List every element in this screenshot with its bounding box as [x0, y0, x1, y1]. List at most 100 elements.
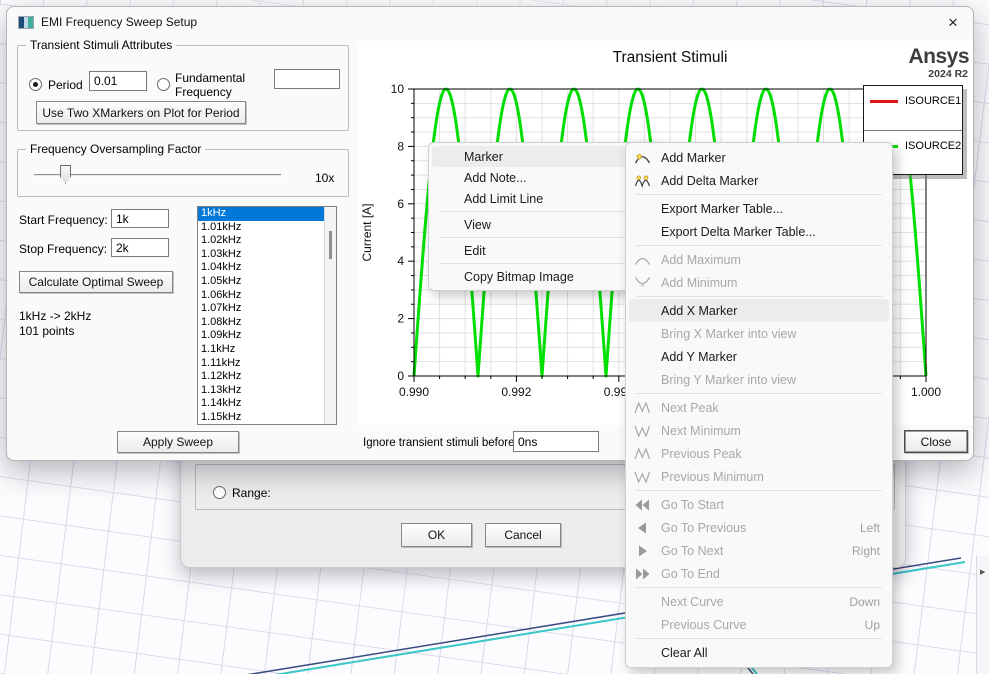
menu-separator — [439, 237, 647, 238]
menu-item-add-y-marker[interactable]: Add Y Marker — [629, 345, 889, 368]
menu-separator — [636, 393, 882, 394]
frequency-list-rows: 1kHz1.01kHz1.02kHz1.03kHz1.04kHz1.05kHz1… — [198, 207, 324, 424]
menu-item-clear-all[interactable]: Clear All — [629, 641, 889, 664]
menu-item-marker[interactable]: Marker› — [432, 146, 654, 167]
menu-item-label: Go To End — [661, 567, 880, 581]
title-bar[interactable]: EMI Frequency Sweep Setup × — [7, 7, 973, 37]
x-tick-label: 1.000 — [911, 385, 941, 399]
menu-item-label: Previous Peak — [661, 447, 880, 461]
list-item[interactable]: 1.1kHz — [198, 343, 324, 357]
menu-item-add-note[interactable]: Add Note... — [432, 167, 654, 188]
menu-item-copy-bitmap-image[interactable]: Copy Bitmap Image — [432, 266, 654, 287]
ok-button[interactable]: OK — [401, 523, 472, 547]
y-tick-label: 2 — [397, 312, 404, 326]
list-item[interactable]: 1.15kHz — [198, 411, 324, 424]
menu-item-export-delta-marker-table[interactable]: Export Delta Marker Table... — [629, 220, 889, 243]
stop-frequency-label: Stop Frequency: — [19, 242, 107, 256]
menu-item-add-limit-line[interactable]: Add Limit Line› — [432, 188, 654, 209]
list-item[interactable]: 1kHz — [198, 207, 324, 221]
menu-item-add-x-marker[interactable]: Add X Marker — [629, 299, 889, 322]
menu-item-export-marker-table[interactable]: Export Marker Table... — [629, 197, 889, 220]
menu-item-label: Add Marker — [661, 151, 880, 165]
frequency-list-scrollbar[interactable] — [324, 207, 336, 424]
menu-item-previous-curve: Previous CurveUp — [629, 613, 889, 636]
add-delta-marker-icon — [634, 173, 661, 188]
range-radio[interactable] — [213, 486, 226, 499]
menu-item-go-to-start: Go To Start — [629, 493, 889, 516]
app-icon — [18, 16, 34, 29]
menu-item-add-marker[interactable]: Add Marker — [629, 146, 889, 169]
fundamental-frequency-radio[interactable] — [157, 78, 170, 91]
menu-item-label: Add Note... — [464, 171, 645, 185]
list-item[interactable]: 1.14kHz — [198, 397, 324, 411]
menu-item-label: Go To Start — [661, 498, 880, 512]
isource1-line-swatch — [870, 100, 898, 103]
menu-shortcut: Left — [860, 521, 880, 535]
close-icon[interactable]: × — [941, 12, 965, 33]
ignore-transient-input[interactable] — [513, 431, 599, 452]
menu-separator — [636, 194, 882, 195]
oversampling-slider-track[interactable] — [34, 174, 281, 177]
go-to-next-icon — [634, 543, 661, 558]
scroll-arrow-icon: ▶ — [980, 568, 985, 576]
menu-item-label: Export Marker Table... — [661, 202, 880, 216]
y-tick-label: 10 — [391, 82, 405, 96]
menu-item-go-to-next: Go To NextRight — [629, 539, 889, 562]
list-item[interactable]: 1.05kHz — [198, 275, 324, 289]
list-item[interactable]: 1.13kHz — [198, 384, 324, 398]
menu-item-add-minimum: Add Minimum — [629, 271, 889, 294]
menu-item-view[interactable]: View› — [432, 214, 654, 235]
list-item[interactable]: 1.11kHz — [198, 357, 324, 371]
menu-item-previous-minimum: Previous Minimum — [629, 465, 889, 488]
legend-entry: ISOURCE1 — [864, 86, 962, 130]
stop-frequency-input[interactable] — [111, 238, 169, 257]
fundamental-frequency-label: Fundamental Frequency — [175, 71, 245, 99]
menu-shortcut: Up — [865, 618, 880, 632]
menu-item-go-to-end: Go To End — [629, 562, 889, 585]
menu-item-label: Marker — [464, 150, 640, 164]
range-radio-label: Range: — [232, 486, 271, 500]
apply-sweep-button[interactable]: Apply Sweep — [117, 431, 239, 453]
menu-item-next-peak: Next Peak — [629, 396, 889, 419]
context-menu: Marker› Add Note... Add Limit Line› View› Ed… — [428, 142, 658, 291]
menu-item-label: Edit — [464, 244, 640, 258]
menu-item-bring-x-marker-into-view: Bring X Marker into view — [629, 322, 889, 345]
menu-separator — [636, 296, 882, 297]
list-item[interactable]: 1.06kHz — [198, 289, 324, 303]
list-item[interactable]: 1.04kHz — [198, 261, 324, 275]
menu-item-label: Add X Marker — [661, 304, 880, 318]
menu-item-edit[interactable]: Edit› — [432, 240, 654, 261]
period-radio[interactable] — [29, 78, 42, 91]
cancel-button[interactable]: Cancel — [485, 523, 561, 547]
menu-item-label: Add Delta Marker — [661, 174, 880, 188]
list-item[interactable]: 1.07kHz — [198, 302, 324, 316]
menu-separator — [439, 263, 647, 264]
fundamental-frequency-input[interactable] — [274, 69, 340, 89]
frequency-listbox[interactable]: 1kHz1.01kHz1.02kHz1.03kHz1.04kHz1.05kHz1… — [197, 206, 337, 425]
y-tick-label: 6 — [397, 197, 404, 211]
background-scrollbar[interactable]: ▶ — [976, 556, 989, 674]
start-frequency-input[interactable] — [111, 209, 169, 228]
menu-item-label: Next Minimum — [661, 424, 880, 438]
menu-separator — [636, 245, 882, 246]
list-item[interactable]: 1.08kHz — [198, 316, 324, 330]
menu-item-label: Copy Bitmap Image — [464, 270, 645, 284]
menu-item-add-maximum: Add Maximum — [629, 248, 889, 271]
close-button[interactable]: Close — [904, 430, 968, 453]
list-item[interactable]: 1.03kHz — [198, 248, 324, 262]
scrollbar-thumb[interactable] — [329, 231, 332, 259]
menu-item-label: Add Y Marker — [661, 350, 880, 364]
menu-item-add-delta-marker[interactable]: Add Delta Marker — [629, 169, 889, 192]
list-item[interactable]: 1.02kHz — [198, 234, 324, 248]
marker-submenu: Add Marker Add Delta Marker Export Marker … — [625, 142, 893, 668]
menu-item-label: Next Peak — [661, 401, 880, 415]
list-item[interactable]: 1.01kHz — [198, 221, 324, 235]
use-two-xmarkers-button[interactable]: Use Two XMarkers on Plot for Period — [36, 101, 246, 124]
period-input[interactable] — [89, 71, 147, 91]
list-item[interactable]: 1.09kHz — [198, 329, 324, 343]
calculate-optimal-sweep-button[interactable]: Calculate Optimal Sweep — [19, 271, 173, 293]
next-peak-icon — [634, 400, 661, 415]
go-to-start-icon — [634, 497, 661, 512]
list-item[interactable]: 1.12kHz — [198, 370, 324, 384]
menu-item-label: Add Maximum — [661, 253, 880, 267]
